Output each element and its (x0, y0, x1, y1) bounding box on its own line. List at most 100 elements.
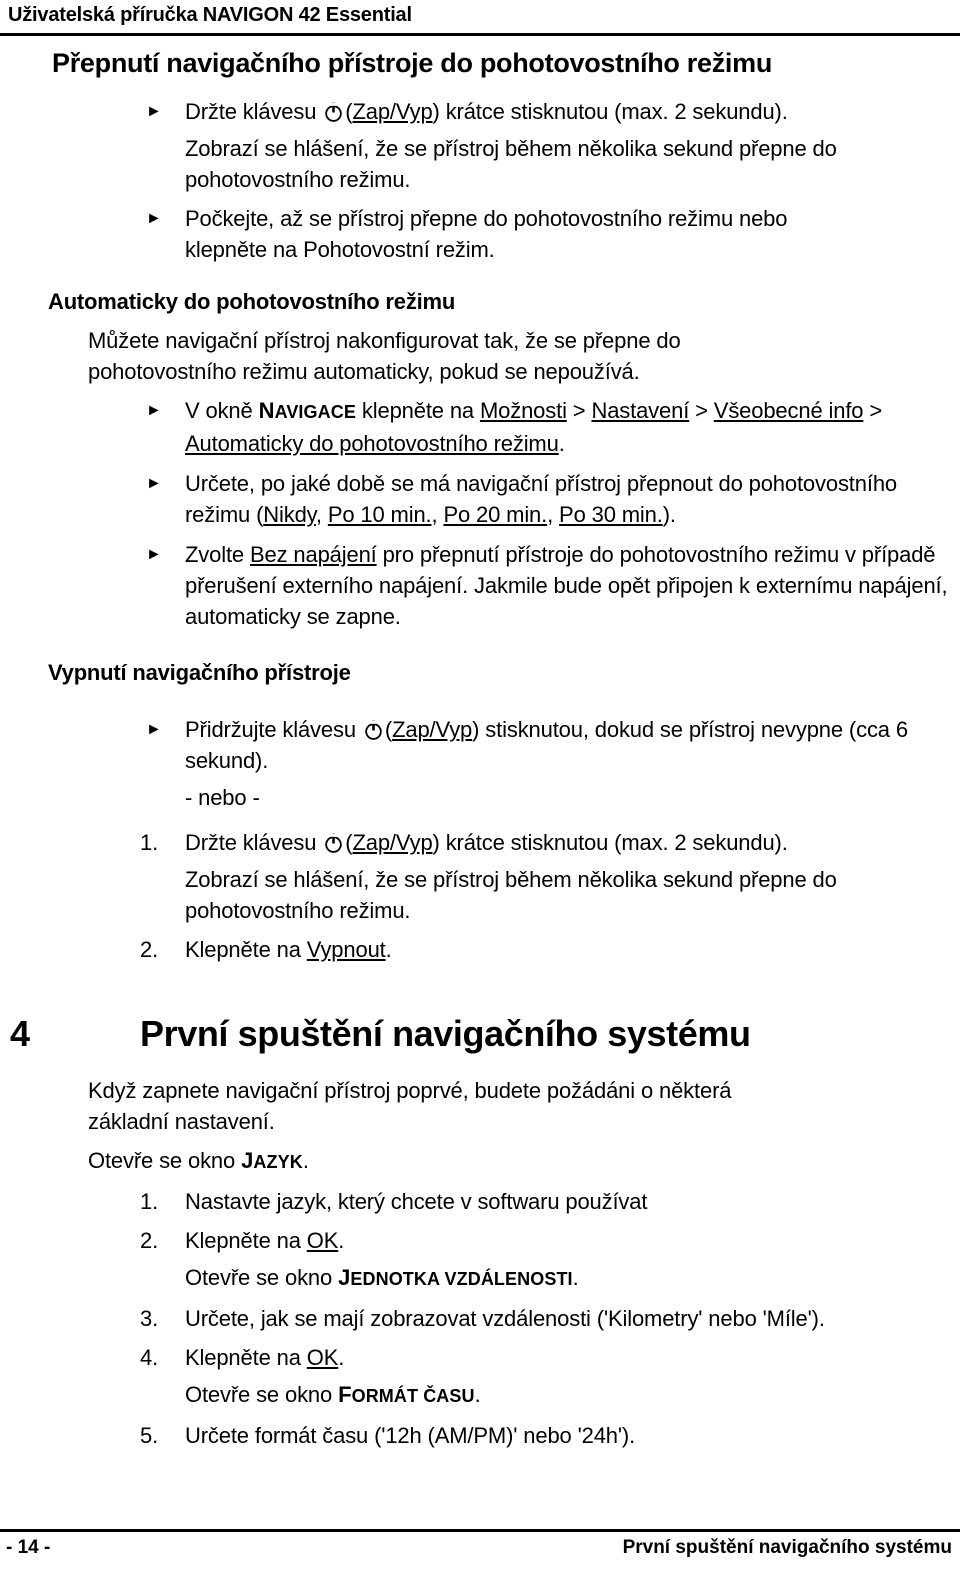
step-note-line-1: Zobrazí se hlášení, že se přístroj během… (185, 867, 837, 892)
running-header: Uživatelská příručka NAVIGON 42 Essentia… (8, 4, 412, 26)
terminator: . (558, 431, 565, 456)
step-number: 1. (140, 1189, 159, 1214)
window-opens-note: Otevře se okno JEDNOTKA VZDÁLENOSTI. (0, 1262, 960, 1295)
window-note-suffix: . (572, 1265, 579, 1290)
auto-para-line-1: Můžete navigační přístroj nakonfigurovat… (88, 328, 681, 353)
numbered-step: 2. Klepněte na Vypnout. (0, 934, 960, 965)
step-text-prefix: Klepněte na (185, 1228, 307, 1253)
numbered-step: 4. Klepněte na OK. (0, 1342, 960, 1373)
paren-close: ) (432, 99, 446, 124)
standby-bullet-list-2: ► Počkejte, až se přístroj přepne do poh… (0, 203, 960, 234)
step-text-before-icon: Držte klávesu (185, 830, 323, 855)
option-value-link: Nikdy (263, 502, 316, 527)
triangle-bullet-icon: ► (146, 210, 162, 227)
ui-reference-link: Automaticky do pohotovostního režimu (185, 431, 559, 456)
triangle-bullet-icon: ► (146, 402, 162, 419)
footer-page-number: - 14 - (6, 1537, 51, 1558)
ui-reference-link: Všeobecné info (713, 398, 864, 423)
window-note-prefix: Otevře se okno (88, 1148, 242, 1173)
option-value-link: Po 10 min. (327, 502, 432, 527)
footer-chapter-title: První spuštění navigačního systému (622, 1537, 952, 1558)
bullet-text-after-icon: krátce stisknutou (max. 2 sekundu). (445, 99, 788, 124)
power-icon (323, 833, 344, 854)
numbered-step: 2. Klepněte na OK. (0, 1225, 960, 1256)
option-value-link: Po 20 min. (443, 502, 548, 527)
ui-reference-link: Zap/Vyp (392, 717, 473, 742)
bullet-text-line-2: klepněte na Pohotovostní režim. (185, 237, 495, 262)
ui-reference-link: Nastavení (591, 398, 690, 423)
text-middle: klepněte na (355, 398, 480, 423)
numbered-step: 1. Nastavte jazyk, který chcete v softwa… (0, 1186, 960, 1217)
paren-close: ) (432, 830, 446, 855)
window-note-prefix: Otevře se okno (185, 1265, 339, 1290)
terminator: . (338, 1345, 345, 1370)
list-item: ► Počkejte, až se přístroj přepne do poh… (0, 203, 960, 234)
separator: > (566, 398, 592, 423)
text-prefix: V okně (185, 398, 259, 423)
window-name-smallcaps: JAZYK (241, 1148, 303, 1173)
option-value-link: Bez napájení (249, 542, 377, 567)
power-icon (363, 720, 384, 741)
subheading-auto-standby: Automaticky do pohotovostního režimu (48, 289, 456, 314)
standby-bullet-list: ► Držte klávesu (Zap/Vyp) krátce stisknu… (0, 96, 960, 127)
subheading-power-off: Vypnutí navigačního přístroje (48, 660, 351, 685)
terminator: . (338, 1228, 345, 1253)
chapter-intro-line-2: základní nastavení. (88, 1109, 275, 1134)
triangle-bullet-icon: ► (146, 103, 162, 120)
document-page: Uživatelská příručka NAVIGON 42 Essentia… (0, 0, 960, 1571)
list-item: ► V okně NAVIGACE klepněte na Možnosti >… (0, 395, 960, 459)
numbered-step: 1. Držte klávesu (Zap/Vyp) krátce stiskn… (0, 827, 960, 858)
list-item: ► Zvolte Bez napájení pro přepnutí příst… (0, 539, 960, 632)
step-text-prefix: Klepněte na (185, 1345, 307, 1370)
text-prefix: Zvolte (185, 542, 250, 567)
step-text: Určete, jak se mají zobrazovat vzdálenos… (185, 1306, 825, 1331)
window-note-prefix: Otevře se okno (185, 1382, 339, 1407)
numbered-step: 5. Určete formát času ('12h (AM/PM)' neb… (0, 1420, 960, 1451)
window-note-suffix: . (302, 1148, 309, 1173)
triangle-bullet-icon: ► (146, 546, 162, 563)
auto-para-line-2: pohotovostního režimu automaticky, pokud… (88, 359, 640, 384)
step-text-after-icon: krátce stisknutou (max. 2 sekundu). (445, 830, 788, 855)
separator: > (863, 398, 883, 423)
numbered-step: 3. Určete, jak se mají zobrazovat vzdále… (0, 1303, 960, 1334)
bullet-text-before-icon: Držte klávesu (185, 99, 323, 124)
power-icon (323, 102, 344, 123)
window-name-smallcaps: NAVIGACE (258, 398, 356, 423)
section-heading-standby: Přepnutí navigačního přístroje do pohoto… (52, 48, 773, 78)
terminator: . (385, 937, 392, 962)
step-number: 5. (140, 1423, 159, 1448)
ui-reference-link: OK (306, 1228, 339, 1253)
step-number: 1. (140, 830, 159, 855)
window-note-suffix: . (474, 1382, 481, 1407)
window-name-smallcaps: FORMÁT ČASU (338, 1382, 475, 1407)
chapter-number: 4 (10, 1013, 31, 1054)
step-number: 2. (140, 937, 159, 962)
step-number: 2. (140, 1228, 159, 1253)
header-rule (0, 33, 960, 36)
window-opens-note: Otevře se okno JAZYK. (0, 1145, 960, 1178)
terminator: ). (662, 502, 676, 527)
chapter-heading: 4 První spuštění navigačního systému (0, 1011, 960, 1057)
ui-reference-link: Vypnout (306, 937, 386, 962)
ui-reference-link: Možnosti (479, 398, 567, 423)
window-opens-note: Otevře se okno FORMÁT ČASU. (0, 1379, 960, 1412)
standby-note-line-2: pohotovostního režimu. (185, 167, 411, 192)
chapter-title: První spuštění navigačního systému (140, 1013, 751, 1054)
step-note-line-2: pohotovostního režimu. (185, 898, 411, 923)
triangle-bullet-icon: ► (146, 475, 162, 492)
list-item: ► Držte klávesu (Zap/Vyp) krátce stisknu… (0, 96, 960, 127)
paren-close: ) (472, 717, 486, 742)
